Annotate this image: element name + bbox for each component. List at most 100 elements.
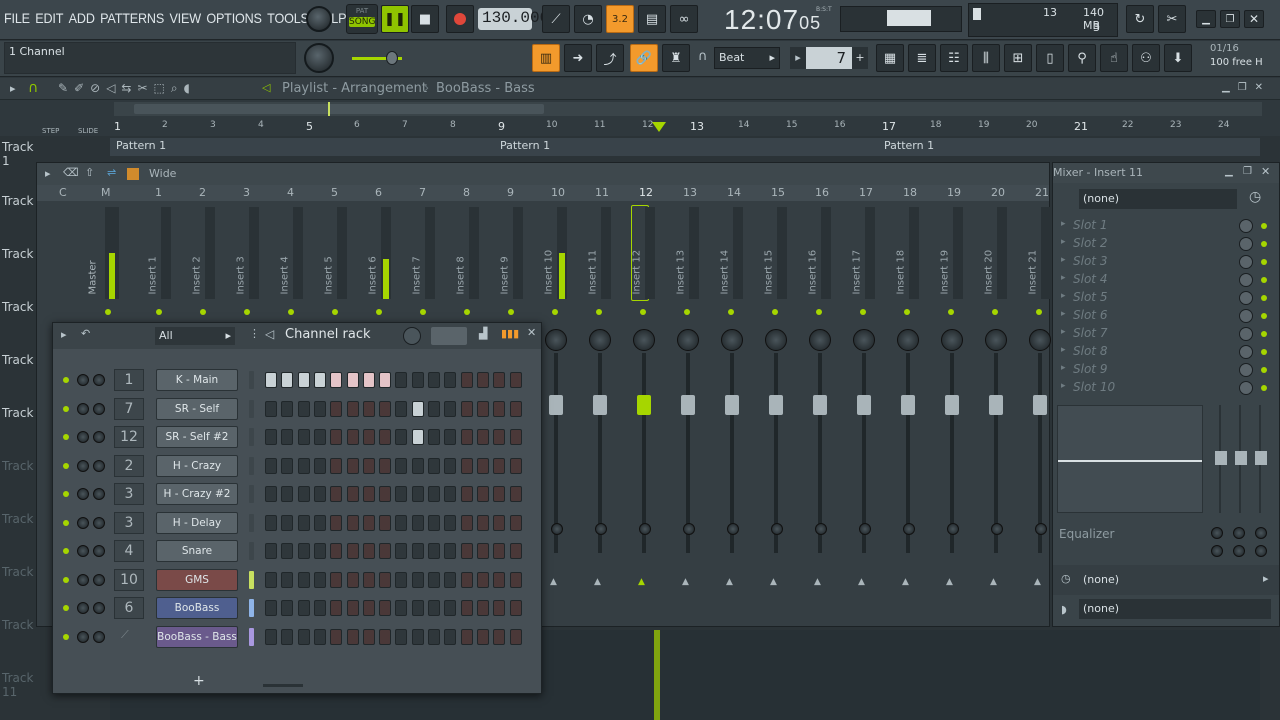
step-button[interactable] (297, 486, 310, 502)
step-button[interactable] (281, 571, 294, 588)
step-button[interactable] (411, 429, 424, 445)
step-button[interactable] (297, 628, 310, 645)
insert-led[interactable] (816, 309, 822, 315)
volume-fader[interactable] (857, 395, 871, 415)
step-button[interactable] (411, 571, 424, 588)
touch-icon[interactable]: ☝ (1100, 44, 1128, 72)
step-button[interactable] (297, 600, 310, 616)
magnet-icon[interactable]: ∩ (28, 80, 38, 96)
track-label[interactable]: Track 11 (2, 671, 42, 699)
step-button[interactable] (362, 600, 375, 616)
pencil-icon[interactable]: ✎ (58, 81, 68, 96)
step-button[interactable] (313, 543, 326, 559)
add-channel-button[interactable]: + (193, 673, 205, 689)
piano-keys-icon[interactable]: ▥ (532, 44, 560, 72)
step-button[interactable] (362, 486, 375, 502)
channel-pan-knob[interactable] (77, 630, 89, 643)
eq-knob[interactable] (1211, 545, 1223, 557)
volume-fader[interactable] (901, 395, 915, 415)
send-knob[interactable] (991, 523, 1003, 535)
maximize-icon[interactable]: ❐ (1220, 10, 1240, 28)
mix-knob[interactable] (1239, 291, 1253, 305)
step-button[interactable] (265, 457, 277, 474)
step-button[interactable] (362, 543, 375, 559)
step-button[interactable] (444, 457, 457, 474)
insert-led[interactable] (860, 309, 866, 315)
send-knob[interactable] (771, 523, 783, 535)
step-button[interactable] (460, 457, 473, 474)
step-button[interactable] (330, 486, 343, 502)
channel-volume-knob[interactable] (93, 516, 105, 529)
master-slider[interactable] (352, 51, 402, 65)
eq-slider-mid[interactable] (1235, 451, 1247, 465)
channel-volume-knob[interactable] (93, 602, 105, 614)
step-button[interactable] (460, 400, 473, 417)
step-button[interactable] (379, 457, 392, 474)
step-button[interactable] (346, 543, 359, 559)
mixer-strip[interactable]: Insert 11 ▲ (579, 203, 621, 628)
eq-knob[interactable] (1255, 527, 1267, 539)
slot-led[interactable] (1261, 223, 1267, 229)
channel-row[interactable]: 1 K - Main (53, 369, 541, 395)
step-button[interactable] (379, 600, 392, 616)
insert-led[interactable] (200, 309, 206, 315)
route-arrow-icon[interactable]: ▲ (682, 577, 689, 587)
step-button[interactable] (362, 628, 375, 645)
channel-name-button[interactable]: BooBass (156, 597, 238, 619)
output-select-2[interactable]: (none) (1079, 599, 1271, 619)
plugin-icon[interactable]: ⚲ (1068, 44, 1096, 72)
step-button[interactable] (493, 400, 506, 417)
arrow-right-icon[interactable]: ▸ (61, 328, 67, 341)
mix-knob[interactable] (1239, 309, 1253, 323)
insert-led[interactable] (376, 309, 382, 315)
channel-name-button[interactable]: BooBass - Bass (156, 625, 238, 648)
step-button[interactable] (476, 372, 489, 388)
pattern-clip[interactable]: Pattern 1 (500, 139, 550, 152)
route-arrow-icon[interactable]: ▲ (858, 577, 865, 587)
step-button[interactable] (460, 372, 473, 388)
channel-row[interactable]: 3 H - Crazy #2 (53, 483, 541, 509)
channel-pan-knob[interactable] (77, 431, 89, 443)
send-knob[interactable] (859, 523, 871, 535)
slot-led[interactable] (1261, 349, 1267, 355)
step-button[interactable] (281, 457, 294, 474)
slot-led[interactable] (1261, 367, 1267, 373)
step-button[interactable] (428, 429, 440, 445)
minimize-icon[interactable]: ▁ (1225, 166, 1233, 177)
step-button[interactable] (330, 514, 343, 531)
maximize-icon[interactable]: ❐ (1243, 166, 1252, 177)
step-button[interactable] (379, 400, 392, 417)
step-button[interactable] (460, 628, 473, 645)
eq-slider-high[interactable] (1255, 451, 1267, 465)
rack-scrollbar[interactable] (263, 684, 303, 687)
step-button[interactable] (493, 628, 506, 645)
step-button[interactable] (428, 400, 440, 417)
send-knob[interactable] (903, 523, 915, 535)
effect-slot[interactable]: ▸ Slot 2 (1061, 235, 1271, 253)
send-knob[interactable] (727, 523, 739, 535)
close-icon[interactable]: ✕ (1244, 10, 1264, 28)
channel-select-indicator[interactable] (249, 399, 254, 418)
channel-pan-knob[interactable] (77, 602, 89, 614)
insert-led[interactable] (684, 309, 690, 315)
step-button[interactable] (428, 486, 440, 502)
step-button[interactable] (476, 600, 489, 616)
effect-slot[interactable]: ▸ Slot 4 (1061, 271, 1271, 289)
insert-led[interactable] (948, 309, 954, 315)
playhead-marker[interactable] (652, 122, 666, 132)
step-button[interactable] (297, 514, 310, 531)
piano-roll-icon[interactable]: ≣ (908, 44, 936, 72)
pan-knob[interactable] (765, 329, 787, 351)
snap-select[interactable]: Beat ▸ (714, 47, 780, 69)
slide-icon[interactable]: ⤴ (596, 44, 624, 72)
slot-led[interactable] (1261, 277, 1267, 283)
step-button[interactable] (281, 600, 294, 616)
channel-led[interactable] (63, 576, 69, 583)
playlist-icon[interactable]: ▦ (876, 44, 904, 72)
step-button[interactable] (428, 457, 440, 474)
insert-led[interactable] (244, 309, 250, 315)
menu-add[interactable]: ADD (69, 10, 95, 26)
channel-name-button[interactable]: Snare (156, 540, 238, 562)
channel-filter[interactable]: All ▸ (155, 327, 235, 345)
pan-knob[interactable] (721, 329, 743, 351)
